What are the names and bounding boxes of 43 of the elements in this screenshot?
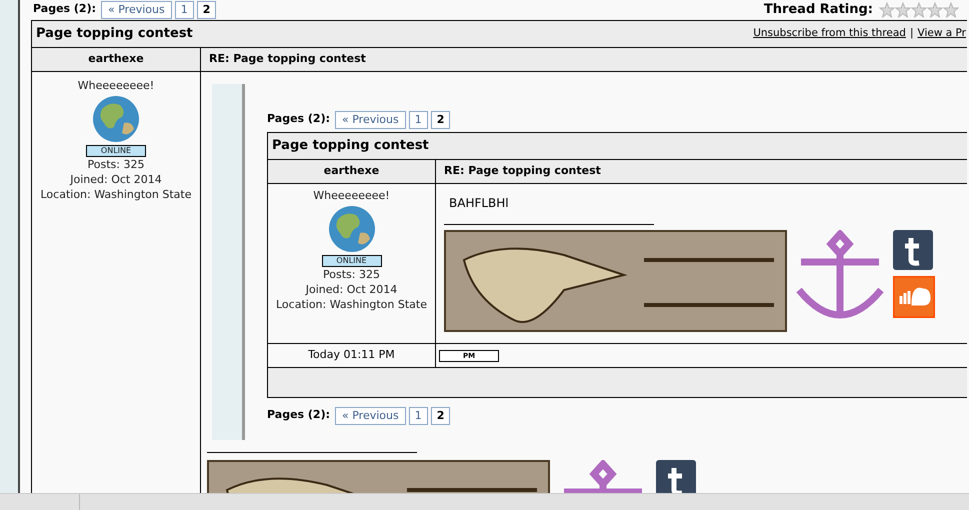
online-status: ONLINE [86,145,146,157]
post-subject: RE: Page topping contest [209,51,366,68]
page-link[interactable]: 2 [430,406,450,424]
rating-star-icon[interactable] [879,2,895,18]
link-separator: | [910,26,914,42]
user-stat: Location: Washington State [276,297,427,312]
user-stat: Posts: 325 [88,157,144,172]
user-title: Wheeeeeeee! [78,78,154,93]
previous-page-link[interactable]: « Previous [101,0,172,18]
user-title: Wheeeeeeee! [313,188,390,203]
t-square-icon [893,230,933,270]
view-link[interactable]: View a Pr [918,26,966,42]
unsubscribe-link[interactable]: Unsubscribe from this thread [753,26,906,42]
rating-star-icon[interactable] [927,2,943,18]
rating-star-icon[interactable] [895,2,911,18]
thread-title: Page topping contest [272,137,429,156]
page-link[interactable]: 1 [408,110,428,128]
page-link[interactable]: 2 [196,0,216,18]
rating-star-icon[interactable] [911,2,927,18]
post-date: Today 01:11 PM [308,347,395,364]
pages-label: Pages (2): [267,407,330,424]
pages-label: Pages (2): [267,111,330,128]
thread-title: Page topping contest [36,25,193,44]
user-stat: Posts: 325 [323,267,380,282]
author-name[interactable]: earthexe [324,163,380,180]
online-status: ONLINE [322,255,382,267]
rating-star-icon[interactable] [943,2,959,18]
page-link[interactable]: 1 [408,406,428,424]
pages-label: Pages (2): [33,1,96,18]
globe-avatar-icon [328,205,376,253]
thread-rating-label: Thread Rating: [764,0,873,19]
previous-page-link[interactable]: « Previous [335,110,406,128]
page-link[interactable]: 1 [174,0,194,18]
user-stat: Joined: Oct 2014 [70,172,162,187]
user-stat: Joined: Oct 2014 [306,282,398,297]
horizontal-scrollbar[interactable] [0,493,969,510]
previous-page-link[interactable]: « Previous [335,406,406,424]
post-message: BAHFLBHl [448,195,510,212]
user-stat: Location: Washington State [40,187,192,202]
author-name[interactable]: earthexe [88,51,144,68]
globe-avatar-icon [92,95,140,143]
page-link[interactable]: 2 [430,110,450,128]
post-subject: RE: Page topping contest [444,163,601,180]
